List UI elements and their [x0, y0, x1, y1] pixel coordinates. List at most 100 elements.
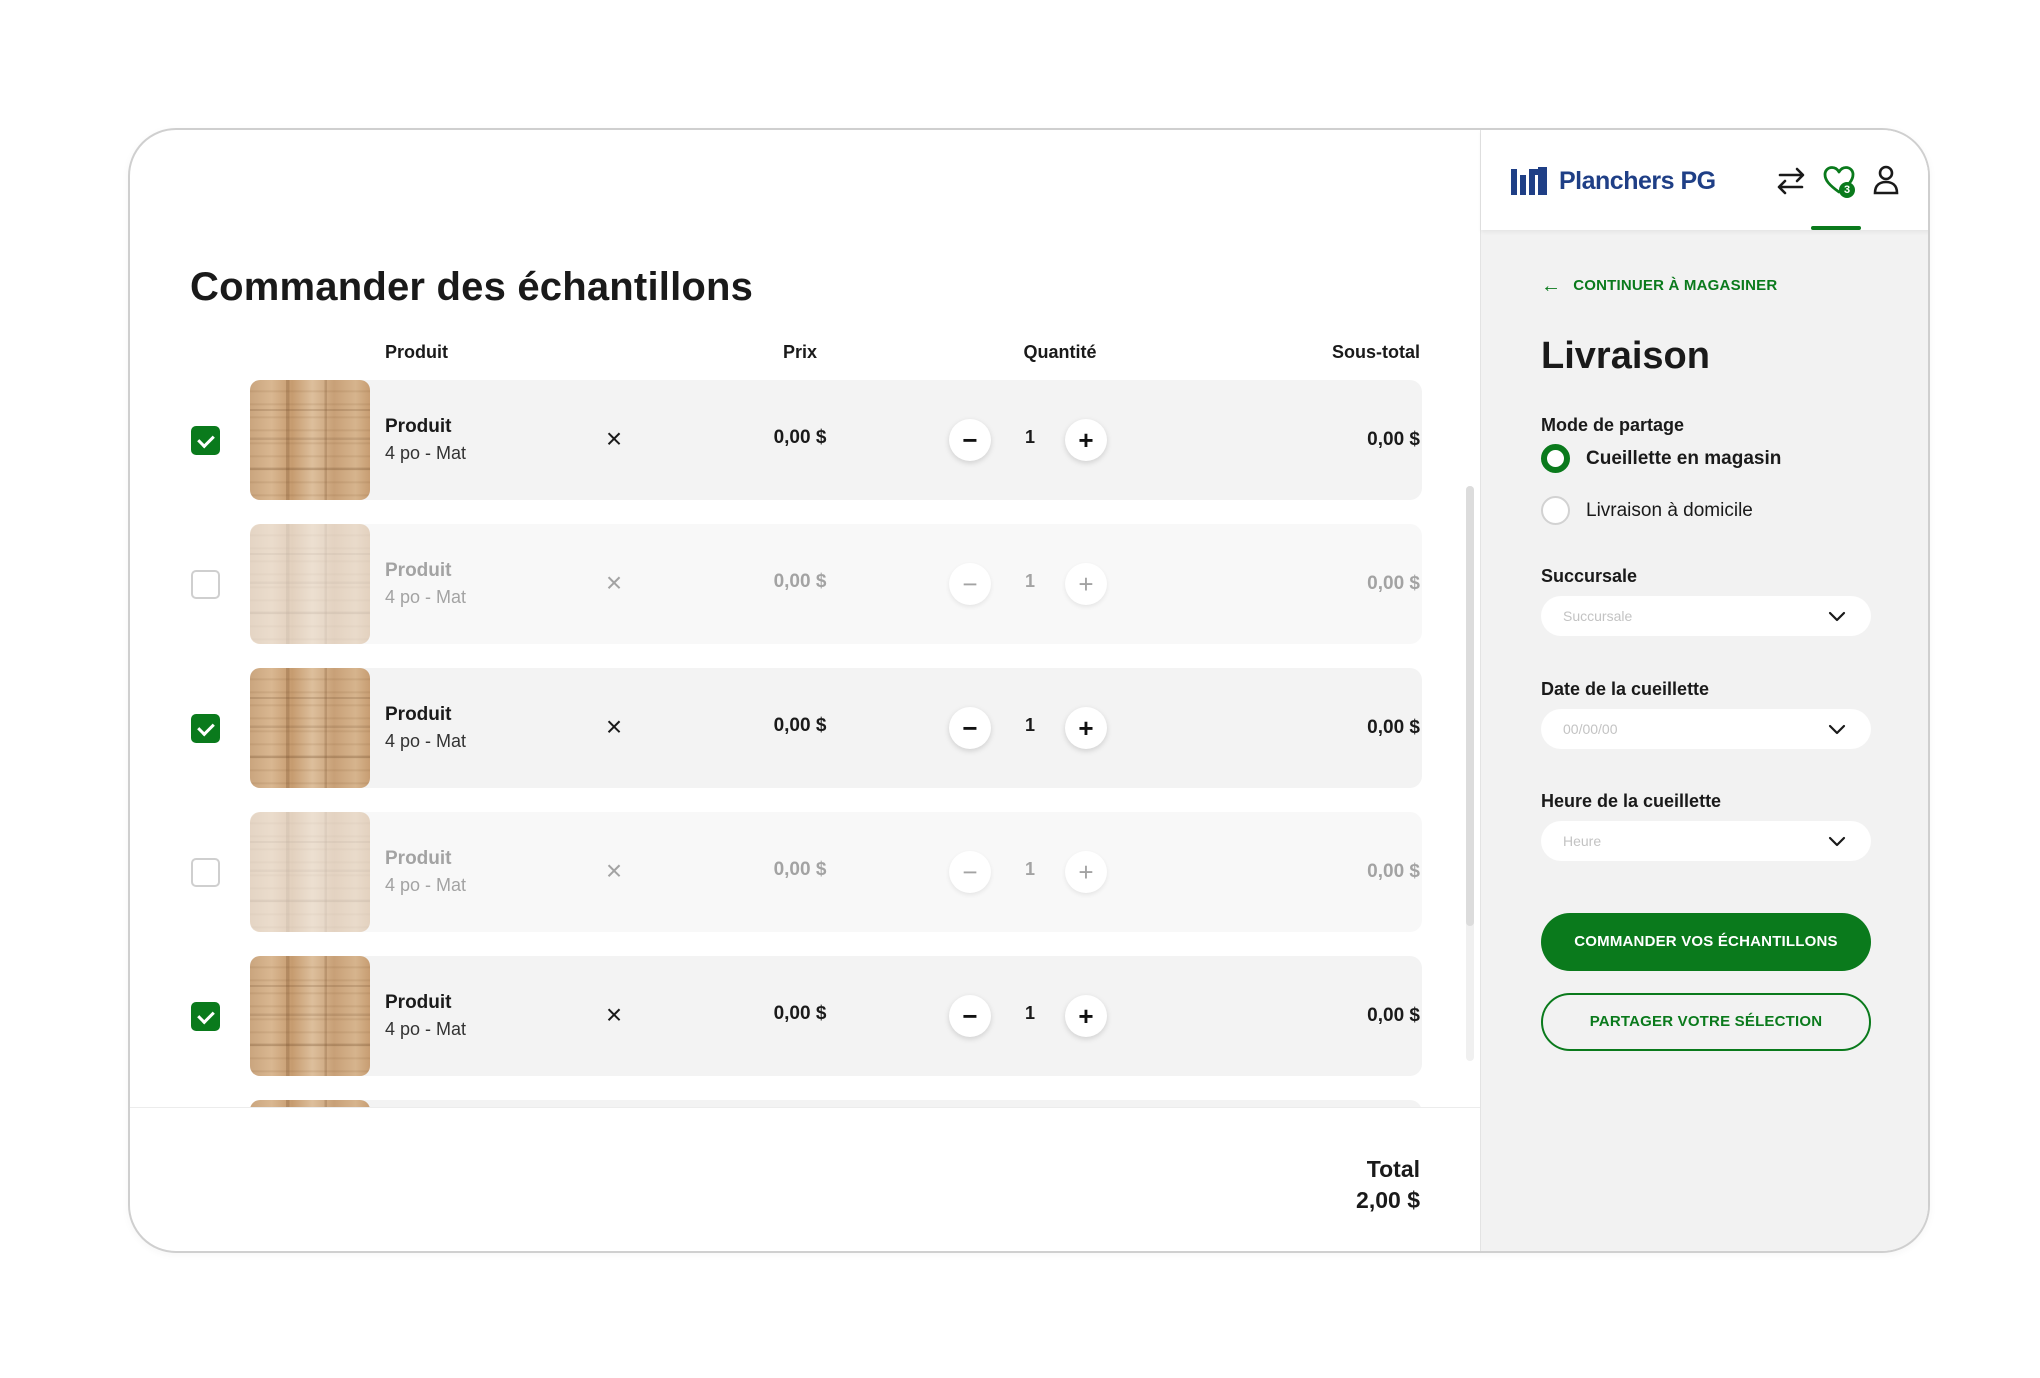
branch-placeholder: Succursale	[1563, 608, 1633, 624]
product-price: 0,00 $	[773, 427, 827, 448]
arrow-left-icon: ←	[1541, 274, 1562, 297]
row-subtotal: 0,00 $	[1367, 861, 1420, 882]
increase-quantity-button[interactable]: +	[1065, 995, 1107, 1037]
decrease-quantity-button[interactable]: −	[949, 995, 991, 1037]
increase-quantity-button[interactable]: +	[1065, 851, 1107, 893]
chevron-down-icon	[1828, 724, 1846, 735]
product-name: Produit	[385, 560, 452, 581]
remove-icon[interactable]: ×	[599, 856, 629, 886]
delivery-title: Livraison	[1541, 335, 1710, 377]
remove-icon[interactable]: ×	[599, 1000, 629, 1030]
increase-quantity-button[interactable]: +	[1065, 419, 1107, 461]
product-name: Produit	[385, 848, 452, 869]
share-selection-button[interactable]: PARTAGER VOTRE SÉLECTION	[1541, 993, 1871, 1051]
column-header-product: Produit	[385, 342, 448, 362]
brand-logo[interactable]: Planchers PG	[1511, 165, 1716, 197]
decrease-quantity-button[interactable]: −	[949, 707, 991, 749]
row-subtotal: 0,00 $	[1367, 1005, 1420, 1026]
order-samples-button[interactable]: COMMANDER VOS ÉCHANTILLONS	[1541, 913, 1871, 971]
radio-label: Livraison à domicile	[1586, 499, 1753, 521]
decrease-quantity-button[interactable]: −	[949, 563, 991, 605]
page-title: Commander des échantillons	[190, 265, 754, 309]
product-description: 4 po - Mat	[385, 875, 467, 895]
product-row	[130, 1100, 1480, 1107]
row-checkbox[interactable]	[191, 570, 220, 599]
row-checkbox[interactable]	[191, 714, 220, 743]
row-checkbox[interactable]	[191, 426, 220, 455]
date-select[interactable]: 00/00/00	[1541, 709, 1871, 749]
app-window: Commander des échantillons Produit Prix …	[128, 128, 1930, 1253]
total-value: 2,00 $	[1356, 1187, 1420, 1213]
scrollbar-thumb[interactable]	[1466, 486, 1474, 926]
column-header-price: Prix	[782, 342, 818, 362]
product-description: 4 po - Mat	[385, 587, 467, 607]
product-list[interactable]: Produit 4 po - Mat × 0,00 $ − 1 + 0,00 $…	[130, 380, 1480, 1107]
increase-quantity-button[interactable]: +	[1065, 563, 1107, 605]
top-navigation: Planchers PG 3	[1481, 130, 1928, 230]
quantity-value: 1	[1024, 571, 1035, 591]
remove-icon[interactable]: ×	[599, 568, 629, 598]
product-price: 0,00 $	[773, 571, 827, 592]
branch-select[interactable]: Succursale	[1541, 596, 1871, 636]
product-row-card	[250, 1100, 1422, 1107]
continue-shopping-label: CONTINUER À MAGASINER	[1573, 277, 1778, 294]
favorites-count-badge: 3	[1839, 182, 1855, 198]
row-checkbox[interactable]	[191, 858, 220, 887]
decrease-quantity-button[interactable]: −	[949, 419, 991, 461]
list-scrollbar[interactable]	[1466, 486, 1474, 1061]
remove-icon[interactable]: ×	[599, 712, 629, 742]
radio-option-home-delivery[interactable]: Livraison à domicile	[1541, 496, 1753, 525]
product-name: Produit	[385, 992, 452, 1013]
footer-divider	[130, 1107, 1480, 1108]
product-thumbnail	[250, 380, 370, 500]
product-price: 0,00 $	[773, 859, 827, 880]
time-label: Heure de la cueillette	[1541, 791, 1722, 811]
radio-label: Cueillette en magasin	[1586, 447, 1782, 469]
row-checkbox[interactable]	[191, 1002, 220, 1031]
decrease-quantity-button[interactable]: −	[949, 851, 991, 893]
radio-button-selected[interactable]	[1541, 444, 1570, 473]
product-row: Produit 4 po - Mat × 0,00 $ − 1 + 0,00 $	[130, 956, 1480, 1076]
product-row: Produit 4 po - Mat × 0,00 $ − 1 + 0,00 $	[130, 812, 1480, 932]
quantity-value: 1	[1024, 715, 1035, 735]
quantity-value: 1	[1024, 1003, 1035, 1023]
user-icon[interactable]	[1868, 162, 1904, 198]
radio-button[interactable]	[1541, 496, 1570, 525]
product-thumbnail	[250, 668, 370, 788]
logo-mark-icon	[1511, 167, 1549, 195]
product-thumbnail	[250, 812, 370, 932]
product-description: 4 po - Mat	[385, 731, 467, 751]
time-placeholder: Heure	[1563, 833, 1602, 849]
delivery-panel: Planchers PG 3 ← CONTINUER À MAGASINER L…	[1480, 130, 1928, 1251]
product-thumbnail	[250, 1100, 370, 1107]
cart-panel: Commander des échantillons Produit Prix …	[130, 130, 1480, 1251]
column-header-subtotal: Sous-total	[1332, 342, 1420, 362]
continue-shopping-link[interactable]: ← CONTINUER À MAGASINER	[1541, 274, 1778, 297]
compare-arrows-icon[interactable]	[1773, 162, 1809, 198]
product-description: 4 po - Mat	[385, 443, 467, 463]
quantity-value: 1	[1024, 859, 1035, 879]
product-description: 4 po - Mat	[385, 1019, 467, 1039]
product-thumbnail	[250, 956, 370, 1076]
column-header-quantity: Quantité	[1023, 342, 1097, 362]
brand-name: Planchers PG	[1559, 166, 1716, 195]
quantity-value: 1	[1024, 427, 1035, 447]
mode-label: Mode de partage	[1541, 415, 1685, 435]
branch-label: Succursale	[1541, 566, 1638, 586]
radio-option-store-pickup[interactable]: Cueillette en magasin	[1541, 444, 1781, 473]
row-subtotal: 0,00 $	[1367, 573, 1420, 594]
chevron-down-icon	[1828, 836, 1846, 847]
date-placeholder: 00/00/00	[1563, 721, 1618, 737]
time-select[interactable]: Heure	[1541, 821, 1871, 861]
product-thumbnail	[250, 524, 370, 644]
date-label: Date de la cueillette	[1541, 679, 1710, 699]
product-price: 0,00 $	[773, 1003, 827, 1024]
chevron-down-icon	[1828, 611, 1846, 622]
product-name: Produit	[385, 704, 452, 725]
remove-icon[interactable]: ×	[599, 424, 629, 454]
product-name: Produit	[385, 416, 452, 437]
total-label: Total	[1366, 1156, 1420, 1182]
row-subtotal: 0,00 $	[1367, 717, 1420, 738]
increase-quantity-button[interactable]: +	[1065, 707, 1107, 749]
product-row: Produit 4 po - Mat × 0,00 $ − 1 + 0,00 $	[130, 668, 1480, 788]
